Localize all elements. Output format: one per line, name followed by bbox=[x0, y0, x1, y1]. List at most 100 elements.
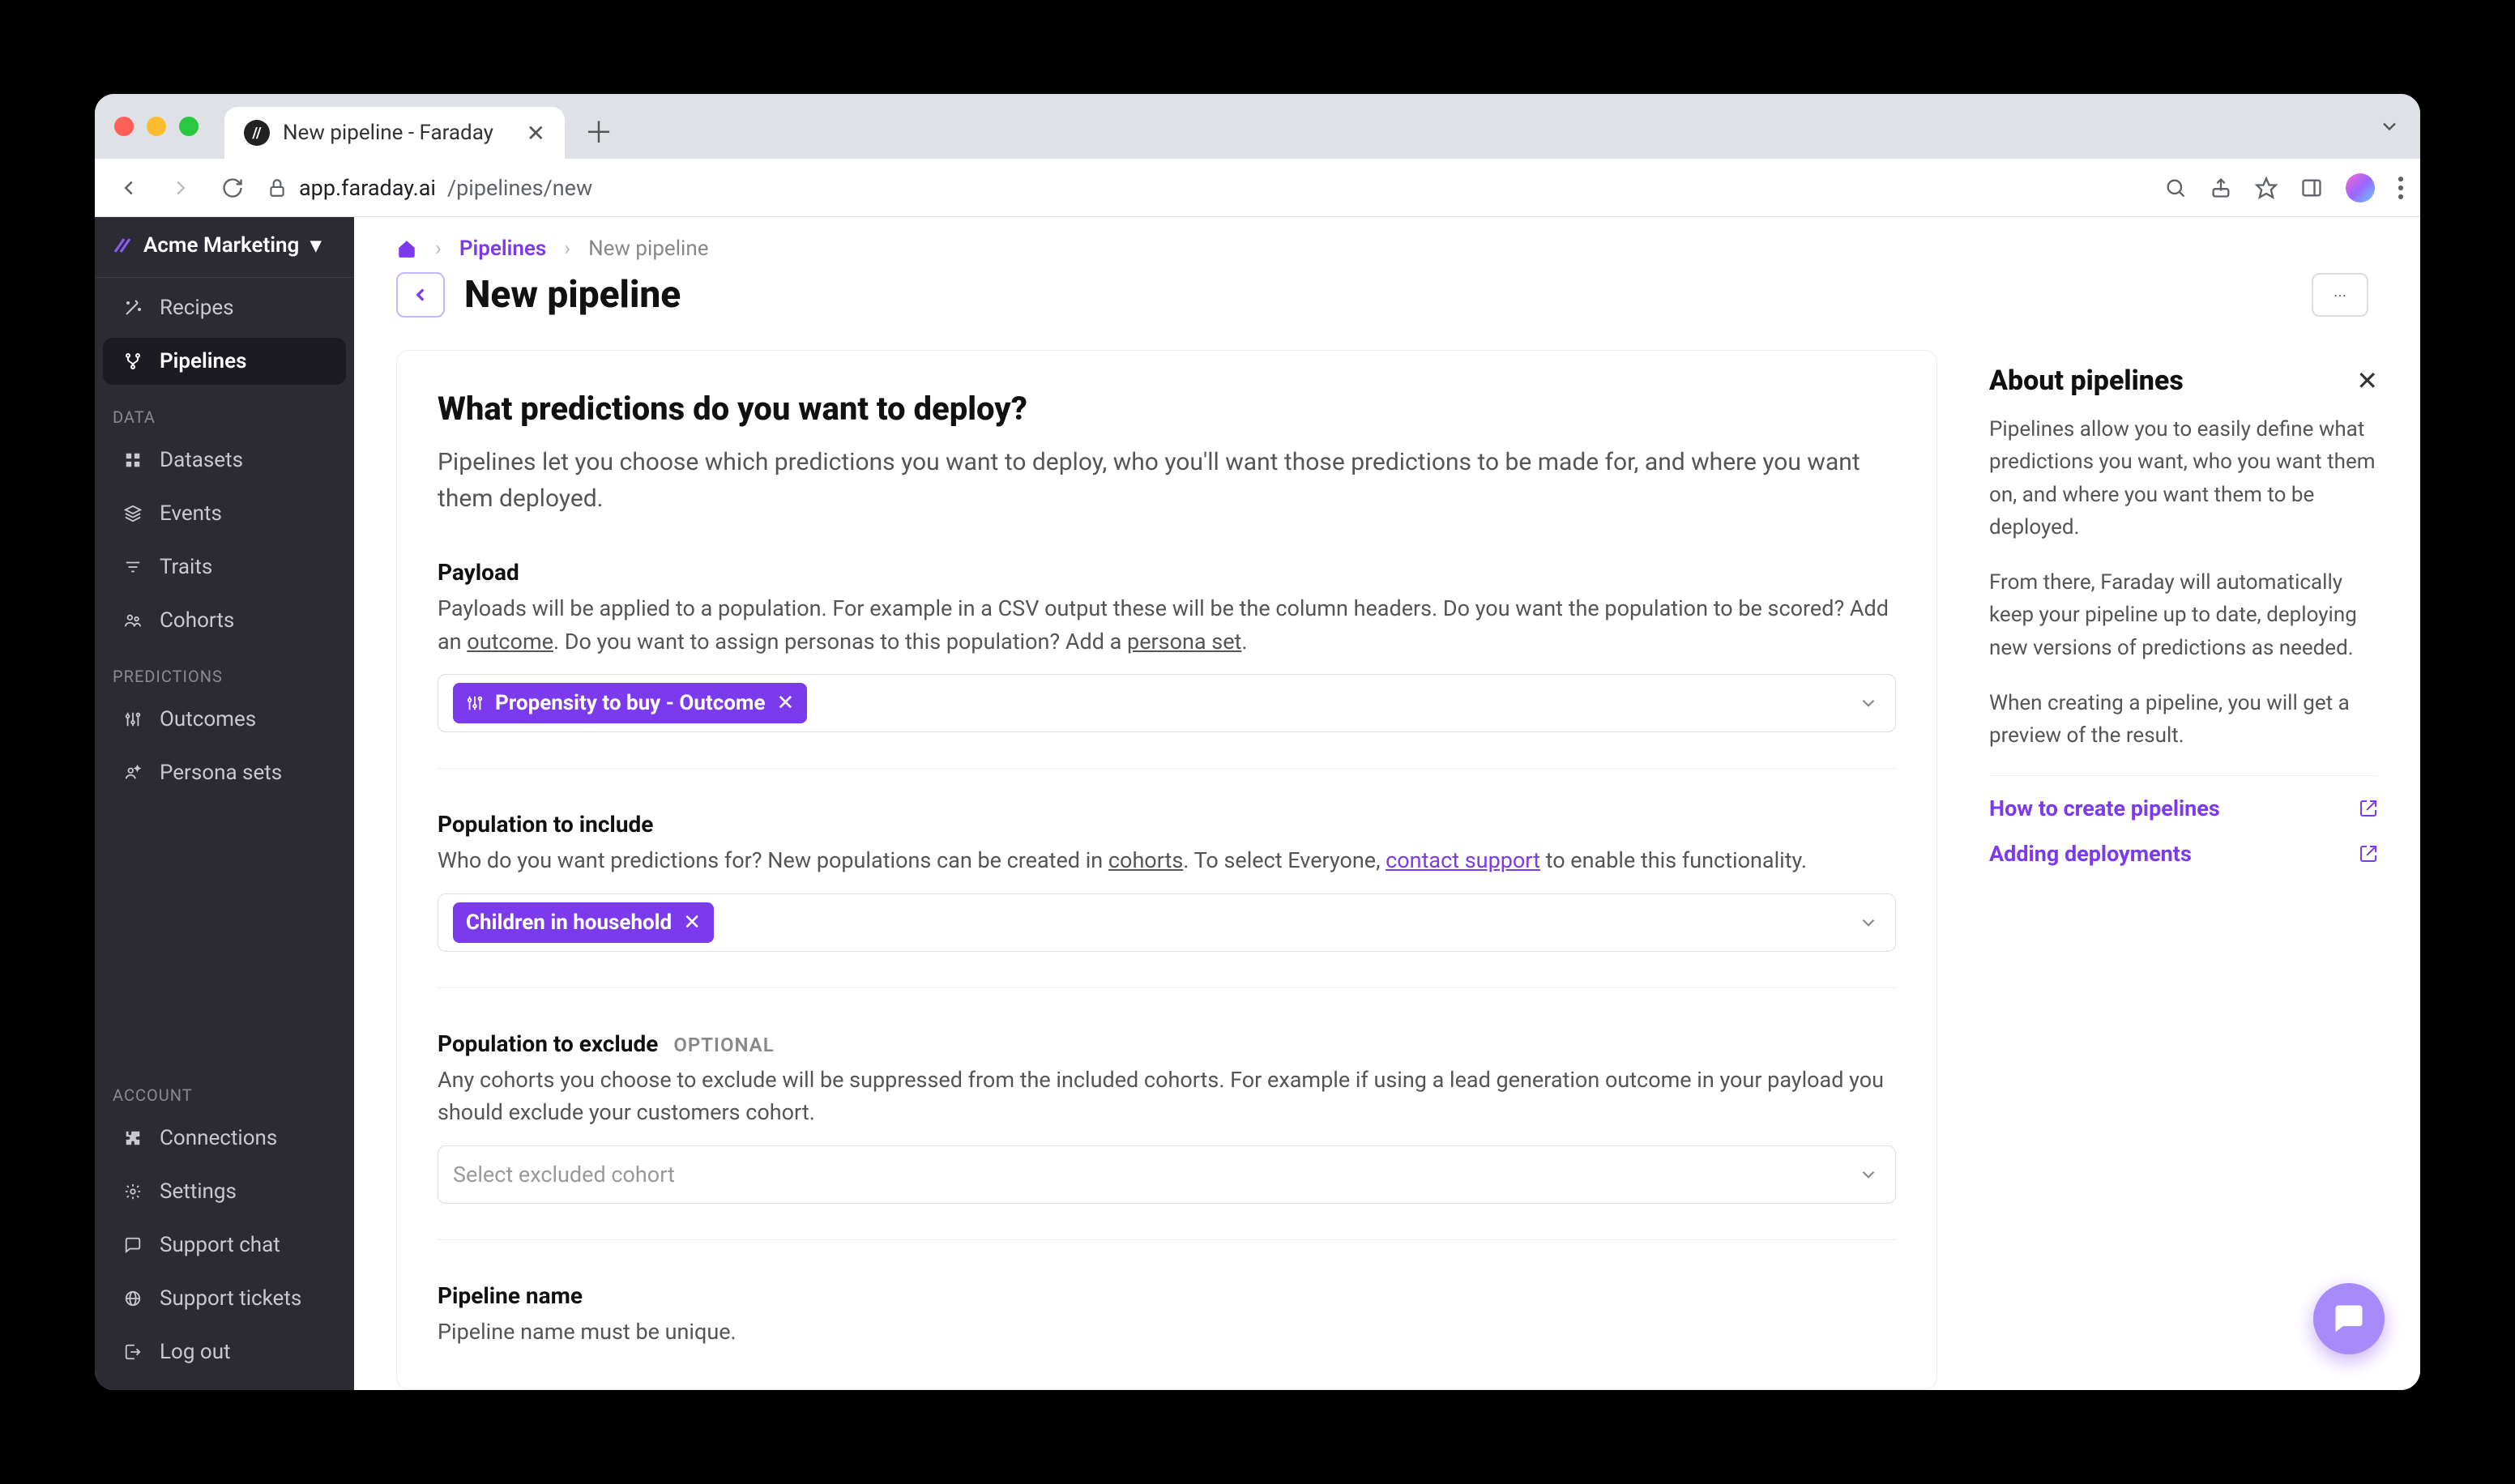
window-controls bbox=[114, 117, 199, 136]
include-label: Population to include bbox=[438, 811, 1896, 838]
nav-label: Settings bbox=[160, 1179, 237, 1204]
logout-icon bbox=[121, 1343, 145, 1361]
layers-icon bbox=[121, 505, 145, 522]
exclude-label: Population to exclude OPTIONAL bbox=[438, 1030, 1896, 1057]
chip-label: Propensity to buy - Outcome bbox=[495, 691, 766, 715]
filter-icon bbox=[121, 558, 145, 576]
nav-label: Datasets bbox=[160, 448, 243, 472]
about-p3: When creating a pipeline, you will get a… bbox=[1989, 687, 2378, 753]
nav-label: Pipelines bbox=[160, 349, 246, 373]
browser-tab[interactable]: // New pipeline - Faraday ✕ bbox=[224, 107, 565, 159]
nav-section-data: DATA bbox=[95, 388, 354, 433]
external-link-icon bbox=[2359, 799, 2378, 818]
nav-label: Connections bbox=[160, 1126, 277, 1150]
nav-forward-button[interactable] bbox=[163, 170, 199, 206]
nav-section-predictions: PREDICTIONS bbox=[95, 647, 354, 693]
minimize-window-button[interactable] bbox=[147, 117, 166, 136]
sidebar-item-pipelines[interactable]: Pipelines bbox=[103, 338, 346, 385]
about-title: About pipelines bbox=[1989, 365, 2184, 397]
sidebar-item-traits[interactable]: Traits bbox=[103, 544, 346, 591]
org-switcher[interactable]: Acme Marketing ▾ bbox=[95, 217, 354, 274]
sidebar-item-recipes[interactable]: Recipes bbox=[103, 284, 346, 331]
outcome-link[interactable]: outcome bbox=[467, 629, 553, 655]
include-select[interactable]: Children in household ✕ bbox=[438, 893, 1896, 952]
back-button[interactable] bbox=[396, 272, 445, 318]
address-bar[interactable]: app.faraday.ai/pipelines/new bbox=[267, 175, 2148, 201]
chevron-right-icon: › bbox=[564, 237, 570, 261]
nav-label: Support chat bbox=[160, 1233, 280, 1257]
nav-label: Support tickets bbox=[160, 1286, 301, 1311]
sidebar-item-cohorts[interactable]: Cohorts bbox=[103, 597, 346, 644]
browser-menu-icon[interactable] bbox=[2398, 177, 2404, 199]
fork-icon bbox=[121, 352, 145, 371]
sidebar-item-datasets[interactable]: Datasets bbox=[103, 437, 346, 484]
how-to-create-link[interactable]: How to create pipelines bbox=[1989, 795, 2378, 821]
breadcrumb-current: New pipeline bbox=[588, 237, 708, 261]
close-panel-button[interactable]: ✕ bbox=[2356, 365, 2378, 396]
remove-chip-icon[interactable]: ✕ bbox=[683, 910, 701, 935]
sidebar-item-connections[interactable]: Connections bbox=[103, 1115, 346, 1162]
chevron-down-icon bbox=[1858, 1164, 1879, 1185]
sidepanel-icon[interactable] bbox=[2300, 177, 2323, 199]
sidebar-item-events[interactable]: Events bbox=[103, 490, 346, 537]
sliders-icon bbox=[466, 694, 484, 712]
sparkle-people-icon bbox=[121, 764, 145, 782]
profile-avatar[interactable] bbox=[2346, 173, 2375, 203]
chat-icon bbox=[121, 1236, 145, 1254]
caret-down-icon: ▾ bbox=[310, 233, 321, 258]
grid-icon bbox=[121, 451, 145, 469]
sidebar-item-settings[interactable]: Settings bbox=[103, 1168, 346, 1215]
persona-set-link[interactable]: persona set bbox=[1127, 629, 1241, 655]
reload-button[interactable] bbox=[215, 170, 250, 206]
breadcrumb: › Pipelines › New pipeline bbox=[396, 237, 2368, 261]
optional-badge: OPTIONAL bbox=[673, 1034, 774, 1056]
remove-chip-icon[interactable]: ✕ bbox=[777, 691, 795, 715]
zoom-icon[interactable] bbox=[2164, 177, 2187, 199]
chevron-right-icon: › bbox=[435, 237, 442, 261]
nav-label: Cohorts bbox=[160, 608, 234, 633]
wand-icon bbox=[121, 298, 145, 318]
payload-select[interactable]: Propensity to buy - Outcome ✕ bbox=[438, 674, 1896, 732]
browser-toolbar: app.faraday.ai/pipelines/new bbox=[95, 159, 2420, 217]
sidebar-item-persona-sets[interactable]: Persona sets bbox=[103, 749, 346, 796]
sidebar-item-logout[interactable]: Log out bbox=[103, 1328, 346, 1375]
include-help: Who do you want predictions for? New pop… bbox=[438, 844, 1896, 877]
close-tab-button[interactable]: ✕ bbox=[527, 120, 545, 147]
tab-title: New pipeline - Faraday bbox=[283, 121, 493, 145]
adding-deployments-link[interactable]: Adding deployments bbox=[1989, 841, 2378, 867]
share-icon[interactable] bbox=[2210, 177, 2232, 199]
nav-back-button[interactable] bbox=[111, 170, 147, 206]
payload-label: Payload bbox=[438, 559, 1896, 586]
nav-label: Traits bbox=[160, 555, 212, 579]
sliders-icon bbox=[121, 710, 145, 728]
include-chip[interactable]: Children in household ✕ bbox=[453, 902, 714, 943]
form-heading: What predictions do you want to deploy? bbox=[438, 390, 1896, 428]
sidebar-item-support-chat[interactable]: Support chat bbox=[103, 1222, 346, 1269]
favicon-icon: // bbox=[244, 120, 270, 146]
more-actions-button[interactable]: ⋯ bbox=[2312, 273, 2368, 317]
payload-chip[interactable]: Propensity to buy - Outcome ✕ bbox=[453, 683, 807, 723]
exclude-placeholder: Select excluded cohort bbox=[453, 1162, 675, 1188]
exclude-select[interactable]: Select excluded cohort bbox=[438, 1145, 1896, 1204]
logo-icon bbox=[113, 236, 132, 255]
nav-label: Outcomes bbox=[160, 707, 256, 731]
puzzle-icon bbox=[121, 1129, 145, 1147]
sidebar-item-support-tickets[interactable]: Support tickets bbox=[103, 1275, 346, 1322]
about-p1: Pipelines allow you to easily define wha… bbox=[1989, 413, 2378, 544]
tab-overflow-icon[interactable] bbox=[2378, 115, 2401, 138]
sidebar-item-outcomes[interactable]: Outcomes bbox=[103, 696, 346, 743]
home-icon[interactable] bbox=[396, 238, 417, 259]
close-window-button[interactable] bbox=[114, 117, 134, 136]
browser-tab-strip: // New pipeline - Faraday ✕ ＋ bbox=[95, 94, 2420, 159]
about-panel: About pipelines ✕ Pipelines allow you to… bbox=[1989, 350, 2378, 1390]
external-link-icon bbox=[2359, 844, 2378, 864]
cohorts-link[interactable]: cohorts bbox=[1108, 847, 1183, 873]
nav-label: Events bbox=[160, 501, 222, 526]
maximize-window-button[interactable] bbox=[179, 117, 199, 136]
contact-support-link[interactable]: contact support bbox=[1386, 847, 1540, 873]
chat-fab[interactable] bbox=[2313, 1283, 2385, 1354]
lock-icon bbox=[267, 177, 288, 198]
breadcrumb-pipelines[interactable]: Pipelines bbox=[459, 237, 546, 261]
new-tab-button[interactable]: ＋ bbox=[584, 109, 613, 151]
bookmark-icon[interactable] bbox=[2255, 177, 2278, 199]
